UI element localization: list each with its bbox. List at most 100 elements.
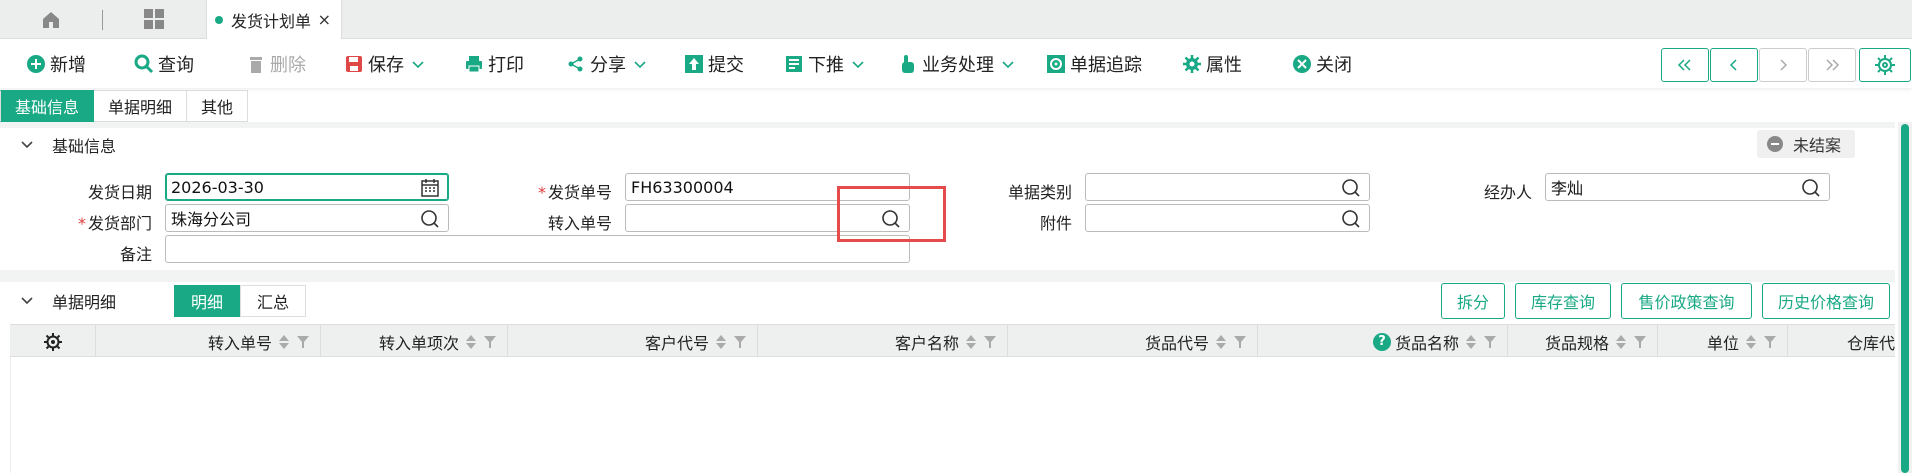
next-record-button[interactable] <box>1759 48 1807 82</box>
filter-icon[interactable] <box>733 335 747 349</box>
attachment-field[interactable] <box>1085 204 1370 232</box>
filter-icon[interactable] <box>296 335 310 349</box>
new-label: 新增 <box>50 55 86 76</box>
filter-icon[interactable] <box>1763 335 1777 349</box>
column-header[interactable]: 客户代号 <box>508 325 758 358</box>
column-header[interactable]: 货品规格 <box>1508 325 1658 358</box>
submit-button[interactable]: 提交 <box>684 50 744 78</box>
query-button[interactable]: 查询 <box>134 50 194 78</box>
column-header[interactable]: 货品代号 <box>1008 325 1258 358</box>
previous-record-button[interactable] <box>1710 48 1758 82</box>
search-icon[interactable] <box>1341 209 1361 229</box>
transfer-no-label: 转入单号 <box>547 214 612 233</box>
required-mark: * <box>537 183 546 202</box>
column-header[interactable]: 仓库代 <box>1788 325 1895 358</box>
close-label: 关闭 <box>1316 55 1352 76</box>
column-label: 转入单项次 <box>378 333 459 353</box>
column-header[interactable]: 单位 <box>1658 325 1788 358</box>
document-list-icon <box>784 54 804 74</box>
sort-icon[interactable] <box>1465 334 1477 350</box>
sort-icon[interactable] <box>465 334 477 350</box>
filter-icon[interactable] <box>483 335 497 349</box>
tab-detail[interactable]: 单据明细 <box>94 90 188 122</box>
chevron-down-icon[interactable] <box>852 58 864 70</box>
upload-icon <box>684 54 704 74</box>
column-header[interactable]: 转入单项次 <box>321 325 508 358</box>
required-mark: * <box>77 214 86 233</box>
chevron-down-icon[interactable] <box>20 294 34 308</box>
plus-circle-icon <box>26 54 46 74</box>
chevron-down-icon[interactable] <box>1002 58 1014 70</box>
column-header[interactable]: 客户名称 <box>758 325 1008 358</box>
tab-other[interactable]: 其他 <box>187 90 249 122</box>
grid-settings[interactable] <box>10 325 96 358</box>
handler-field[interactable]: 李灿 <box>1545 173 1830 201</box>
new-button[interactable]: 新增 <box>26 50 86 78</box>
tab-summary[interactable]: 汇总 <box>240 285 307 317</box>
ship-dept-field[interactable]: 珠海分公司 <box>165 204 449 232</box>
search-icon[interactable] <box>1801 178 1821 198</box>
sort-icon[interactable] <box>1745 334 1757 350</box>
filter-icon[interactable] <box>1483 335 1497 349</box>
column-label: 客户代号 <box>644 333 709 353</box>
doc-type-field[interactable] <box>1085 173 1370 201</box>
ship-date-value: 2026-03-30 <box>171 177 264 197</box>
chevron-down-icon[interactable] <box>20 138 34 152</box>
share-button[interactable]: 分享 <box>566 50 646 78</box>
ship-date-field[interactable]: 2026-03-30 <box>165 173 449 201</box>
filter-icon[interactable] <box>1633 335 1647 349</box>
push-down-label: 下推 <box>808 55 844 76</box>
settings-button[interactable] <box>1859 48 1911 82</box>
floppy-icon <box>344 54 364 74</box>
scrollbar-thumb[interactable] <box>1901 124 1909 473</box>
price-history-query-button[interactable]: 历史价格查询 <box>1762 283 1890 319</box>
help-icon[interactable]: ? <box>1372 332 1391 351</box>
close-button[interactable]: 关闭 <box>1292 50 1352 78</box>
price-policy-query-button[interactable]: 售价政策查询 <box>1621 283 1752 319</box>
column-label: 货品规格 <box>1544 333 1609 353</box>
filter-icon[interactable] <box>1233 335 1247 349</box>
double-chevron-right-icon <box>1826 59 1840 71</box>
remark-field[interactable] <box>165 235 910 263</box>
sort-icon[interactable] <box>278 334 290 350</box>
search-icon[interactable] <box>420 209 440 229</box>
home-icon[interactable] <box>30 6 72 34</box>
close-tab-icon[interactable]: × <box>318 10 331 29</box>
chevron-down-icon[interactable] <box>412 58 424 70</box>
print-button[interactable]: 打印 <box>464 50 524 78</box>
gear-icon[interactable] <box>43 332 63 352</box>
search-icon[interactable] <box>1341 178 1361 198</box>
filter-icon[interactable] <box>983 335 997 349</box>
printer-icon <box>464 54 484 74</box>
tab-shipping-plan[interactable]: 发货计划单 × <box>206 0 342 39</box>
detail-grid-body[interactable] <box>10 357 1895 473</box>
tab-detail-lines[interactable]: 明细 <box>174 285 241 317</box>
calendar-icon[interactable] <box>420 178 440 198</box>
properties-button[interactable]: 属性 <box>1182 50 1242 78</box>
push-down-button[interactable]: 下推 <box>784 50 864 78</box>
sort-icon[interactable] <box>1615 334 1627 350</box>
vertical-scrollbar[interactable] <box>1898 122 1912 473</box>
split-button[interactable]: 拆分 <box>1441 283 1505 319</box>
detail-subtabs: 明细 汇总 <box>174 285 307 317</box>
trace-button[interactable]: 单据追踪 <box>1046 50 1142 78</box>
column-header[interactable]: 转入单号 <box>96 325 321 358</box>
business-process-button[interactable]: 业务处理 <box>898 50 1014 78</box>
chevron-right-icon <box>1780 59 1788 71</box>
business-process-label: 业务处理 <box>922 55 994 76</box>
sort-icon[interactable] <box>965 334 977 350</box>
apps-grid-icon[interactable] <box>139 4 169 34</box>
column-label: 货品代号 <box>1144 333 1209 353</box>
save-button[interactable]: 保存 <box>344 50 424 78</box>
ship-dept-label-text: 发货部门 <box>87 214 152 233</box>
base-info-header[interactable]: 基础信息 <box>0 129 1895 161</box>
sort-icon[interactable] <box>1215 334 1227 350</box>
delete-button[interactable]: 删除 <box>246 50 306 78</box>
column-header[interactable]: ? 货品名称 <box>1258 325 1508 358</box>
last-record-button[interactable] <box>1808 48 1856 82</box>
first-record-button[interactable] <box>1661 48 1709 82</box>
chevron-down-icon[interactable] <box>634 58 646 70</box>
tab-base-info[interactable]: 基础信息 <box>0 90 95 122</box>
stock-query-button[interactable]: 库存查询 <box>1515 283 1611 319</box>
sort-icon[interactable] <box>715 334 727 350</box>
